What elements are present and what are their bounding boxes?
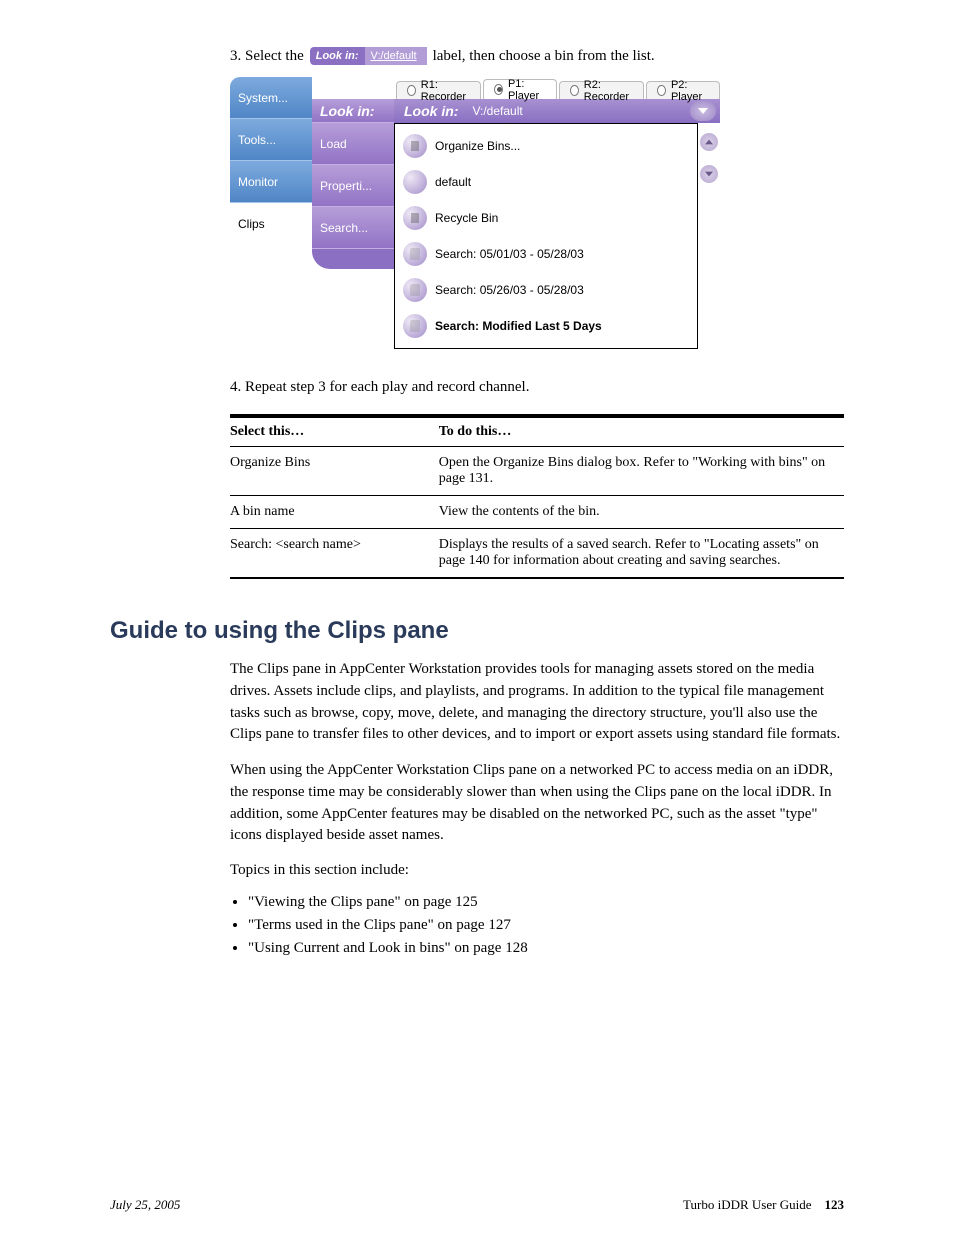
step-3-suffix: label, then choose a bin from the list. [433,48,655,65]
footer-doc-title: Turbo iDDR User Guide [683,1197,811,1212]
left-nav-monitor[interactable]: Monitor [230,161,312,203]
left-nav-tools[interactable]: Tools... [230,119,312,161]
section-heading: Guide to using the Clips pane [110,617,844,645]
tab-r2[interactable]: R2: Recorder [559,81,644,99]
main-panel: R1: Recorder P1: Player R2: Recorder [394,77,720,349]
bullets-intro: Topics in this section include: [230,862,844,879]
table-header-do: To do this… [439,417,844,447]
item-search-2[interactable]: Search: 05/26/03 - 05/28/03 [395,272,697,308]
search-icon [403,278,427,302]
folder-icon [403,170,427,194]
recycle-bin-icon [403,206,427,230]
left-nav: System... Tools... Monitor Clips [230,77,312,245]
scroll-up-icon[interactable] [700,133,718,151]
list-item: "Using Current and Look in bins" on page… [248,940,844,957]
scrollbar [698,123,720,183]
sub-nav-properties[interactable]: Properti... [312,165,394,207]
footer-page-number: 123 [825,1197,845,1212]
sub-nav: Look in: Load Properti... Search... [312,77,394,269]
lookin-dropdown: Organize Bins... default Recycle Bin [394,123,698,349]
item-search-1[interactable]: Search: 05/01/03 - 05/28/03 [395,236,697,272]
lookin-badge-value: V:/default [365,47,427,65]
section-paragraph-1: The Clips pane in AppCenter Workstation … [230,659,844,746]
tab-p2[interactable]: P2: Player [646,81,720,99]
page-footer: July 25, 2005 Turbo iDDR User Guide 123 [110,1197,844,1213]
search-icon [403,242,427,266]
lookin-bar-label: Look in: [394,103,468,119]
scroll-down-icon[interactable] [700,165,718,183]
actions-table: Select this… To do this… Organize Bins O… [230,414,844,579]
step-4-line: 4. Repeat step 3 for each play and recor… [230,379,844,396]
table-row: A bin name View the contents of the bin. [230,496,844,529]
step-3-line: 3. Select the Look in: V:/default label,… [230,47,844,65]
left-nav-system[interactable]: System... [230,77,312,119]
table-row: Organize Bins Open the Organize Bins dia… [230,447,844,496]
radio-icon [494,84,503,95]
bin-icon [403,134,427,158]
section-paragraph-2: When using the AppCenter Workstation Cli… [230,760,844,847]
list-item: "Terms used in the Clips pane" on page 1… [248,917,844,934]
item-default[interactable]: default [395,164,697,200]
left-nav-clips[interactable]: Clips [230,203,312,245]
footer-date: July 25, 2005 [110,1197,180,1213]
sub-nav-load[interactable]: Load [312,123,394,165]
lookin-bar-value: V:/default [468,104,690,118]
sub-nav-lookin[interactable]: Look in: [312,99,394,123]
tab-r1[interactable]: R1: Recorder [396,81,481,99]
channel-tabs: R1: Recorder P1: Player R2: Recorder [394,77,720,99]
sub-nav-search[interactable]: Search... [312,207,394,249]
radio-icon [407,85,416,96]
step-3-prefix: 3. Select the [230,48,304,65]
item-organize-bins[interactable]: Organize Bins... [395,128,697,164]
item-recycle-bin[interactable]: Recycle Bin [395,200,697,236]
radio-icon [657,85,666,96]
table-header-select: Select this… [230,417,439,447]
lookin-badge: Look in: V:/default [310,47,427,65]
list-item: "Viewing the Clips pane" on page 125 [248,894,844,911]
search-icon [403,314,427,338]
lookin-bar[interactable]: Look in: V:/default [394,99,720,123]
lookin-badge-label: Look in: [310,47,365,65]
clips-pane-screenshot: System... Tools... Monitor Clips Look in… [230,77,720,349]
topics-list: "Viewing the Clips pane" on page 125 "Te… [230,894,844,957]
table-row: Search: <search name> Displays the resul… [230,529,844,579]
item-search-3[interactable]: Search: Modified Last 5 Days [395,308,697,344]
radio-icon [570,85,579,96]
chevron-down-icon[interactable] [690,101,716,121]
tab-p1[interactable]: P1: Player [483,79,557,99]
